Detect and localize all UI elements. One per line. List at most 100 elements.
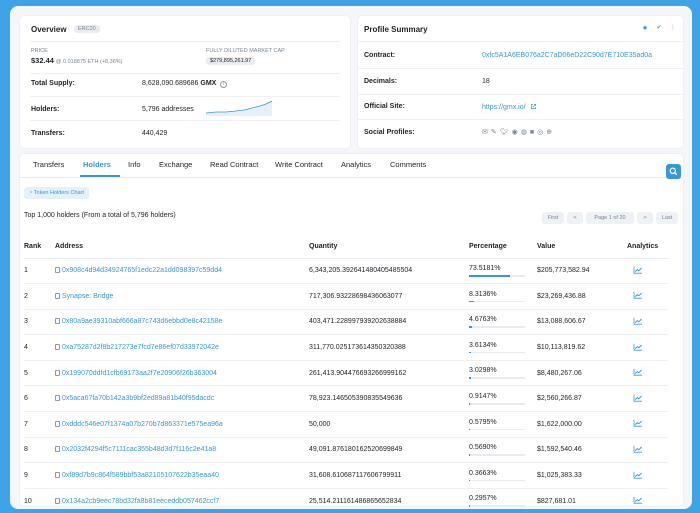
percentage-bar bbox=[469, 454, 525, 456]
tab-info[interactable]: Info bbox=[128, 160, 141, 169]
line-chart-icon[interactable] bbox=[633, 291, 643, 299]
holders-table: Rank Address Quantity Percentage Value A… bbox=[24, 236, 668, 509]
table-row: 10 0x134a2cb9eec78bd32fa8b81eeceddb057462… bbox=[24, 488, 668, 509]
column-header-rank: Rank bbox=[24, 236, 55, 259]
line-chart-icon[interactable] bbox=[633, 445, 643, 453]
holder-address-link[interactable]: 0xdddc546e07f1374a07b270b7d863371e575ea9… bbox=[62, 421, 223, 428]
pager-first-button[interactable]: First bbox=[542, 212, 564, 224]
address-cell: 0x134a2cb9eec78bd32fa8b81eeceddb057462cc… bbox=[55, 488, 309, 509]
line-chart-icon[interactable] bbox=[633, 496, 643, 504]
line-chart-icon[interactable] bbox=[633, 317, 643, 325]
holder-address-link[interactable]: 0x80a9ae39310abf666a87c743d6ebbd0e8c4215… bbox=[62, 318, 222, 325]
tab-read-contract[interactable]: Read Contract bbox=[210, 160, 258, 169]
pager-page-indicator: Page 1 of 20 bbox=[586, 212, 634, 224]
holder-address-link[interactable]: 0x199070ddfd1cfb69173aa2f7e20906f26b3630… bbox=[62, 370, 217, 377]
pager-next-button[interactable]: > bbox=[637, 212, 653, 224]
holder-address-link[interactable]: Synapse: Bridge bbox=[62, 293, 113, 300]
contract-address-link[interactable]: 0xfc5A1A6EB076a2C7aD06eD22C90d7E710E35ad… bbox=[482, 52, 652, 59]
twitter-icon[interactable]: 🐦︎ bbox=[500, 129, 512, 136]
table-row: 6 0x5aca67fa70b142a3b9bf2ed89a81b40f95dac… bbox=[24, 385, 668, 413]
more-menu-icon[interactable]: ⋮ bbox=[668, 23, 678, 33]
external-link-icon[interactable] bbox=[530, 103, 537, 110]
document-icon bbox=[55, 292, 60, 299]
value-cell: $1,622,000.00 bbox=[537, 411, 627, 438]
github-icon[interactable]: ◉ bbox=[512, 129, 521, 136]
line-chart-icon[interactable] bbox=[633, 419, 643, 427]
rank-cell: 3 bbox=[24, 309, 55, 336]
token-holders-chart-button[interactable]: ◔ Token Holders Chart bbox=[24, 187, 89, 199]
search-icon bbox=[669, 167, 678, 176]
percentage-cell: 0.5690% bbox=[469, 437, 537, 464]
holder-address-link[interactable]: 0x5aca67fa70b142a3b9bf2ed89a81b40f95dacd… bbox=[62, 395, 214, 402]
percentage-cell: 0.9147% bbox=[469, 385, 537, 413]
rank-cell: 9 bbox=[24, 462, 55, 489]
medium-icon[interactable]: ■ bbox=[530, 129, 537, 136]
quantity-cell: 261,413.904476693266999162 bbox=[309, 360, 469, 387]
table-row: 8 0x2032f4294f5c7111cac355b48d3d7f116c2e4… bbox=[24, 437, 668, 464]
supply-symbol: GMX bbox=[200, 80, 217, 87]
holder-address-link[interactable]: 0x908c4d94d34924765f1edc22a1dd098397c59d… bbox=[62, 267, 222, 274]
rank-cell: 7 bbox=[24, 411, 55, 438]
quantity-cell: 49,091.876180162520699849 bbox=[309, 437, 469, 464]
line-chart-icon[interactable] bbox=[633, 394, 643, 402]
rank-cell: 8 bbox=[24, 437, 55, 464]
line-chart-icon[interactable] bbox=[633, 368, 643, 376]
address-cell: 0xf89d7b9c864f589bbf53a82105107622b35eaa… bbox=[55, 462, 309, 489]
erc20-badge: ERC20 bbox=[74, 25, 100, 33]
address-cell: 0x80a9ae39310abf666a87c743d6ebbd0e8c4215… bbox=[55, 309, 309, 336]
official-site-link[interactable]: https://gmx.io/ bbox=[482, 104, 526, 111]
line-chart-icon[interactable] bbox=[633, 471, 643, 479]
analytics-cell bbox=[627, 360, 668, 387]
percentage-bar-fill bbox=[469, 403, 470, 405]
holder-address-link[interactable]: 0xa75287d2f8b217273e7fcd7e86ef07d3397204… bbox=[62, 344, 219, 351]
holder-address-link[interactable]: 0x2032f4294f5c7111cac355b48d3d7f116c2e41… bbox=[62, 446, 216, 453]
divider bbox=[30, 41, 340, 42]
supply-block: 8,628,090.689686 GMX i bbox=[142, 80, 228, 88]
column-header-percentage: Percentage bbox=[469, 236, 537, 259]
address-cell: 0xa75287d2f8b217273e7fcd7e86ef07d3397204… bbox=[55, 334, 309, 361]
tab-write-contract[interactable]: Write Contract bbox=[275, 160, 323, 169]
pager-prev-button[interactable]: < bbox=[567, 212, 583, 224]
address-cell: 0x5aca67fa70b142a3b9bf2ed89a81b40f95dacd… bbox=[55, 385, 309, 413]
value-cell: $10,113,819.62 bbox=[537, 334, 627, 361]
email-icon[interactable]: ✉ bbox=[482, 129, 491, 136]
telegram-icon[interactable]: ◎ bbox=[537, 129, 546, 136]
document-icon bbox=[55, 267, 60, 274]
quantity-cell: 403,471.228997939202638884 bbox=[309, 309, 469, 336]
holder-address-link[interactable]: 0xf89d7b9c864f589bbf53a82105107622b35eaa… bbox=[62, 472, 219, 479]
price-sub: @ 0.018875 ETH (+8.36%) bbox=[55, 59, 123, 65]
mcap-value: $279,895,261.97 bbox=[206, 57, 256, 65]
line-chart-icon[interactable] bbox=[633, 343, 643, 351]
value-cell: $827,681.01 bbox=[537, 488, 627, 509]
reddit-icon[interactable]: ◍ bbox=[521, 129, 530, 136]
document-icon bbox=[55, 369, 60, 376]
holder-address-link[interactable]: 0x134a2cb9eec78bd32fa8b81eeceddb057462cc… bbox=[62, 498, 219, 505]
tab-transfers[interactable]: Transfers bbox=[33, 160, 64, 169]
line-chart-icon[interactable] bbox=[633, 266, 643, 274]
checkmark-icon[interactable]: ✔ bbox=[654, 23, 664, 33]
pager-last-button[interactable]: Last bbox=[656, 212, 678, 224]
address-cell: 0x199070ddfd1cfb69173aa2f7e20906f26b3630… bbox=[55, 360, 309, 387]
holders-value: 5,796 addresses bbox=[142, 106, 194, 113]
tab-comments[interactable]: Comments bbox=[390, 160, 426, 169]
pen-icon[interactable]: ✎ bbox=[491, 129, 500, 136]
analytics-cell bbox=[627, 334, 668, 361]
tab-exchange[interactable]: Exchange bbox=[159, 160, 192, 169]
analytics-cell bbox=[627, 283, 668, 310]
percentage-value: 0.3663% bbox=[469, 469, 497, 477]
percentage-value: 8.3136% bbox=[469, 290, 497, 298]
info-icon[interactable]: i bbox=[220, 81, 228, 88]
search-button[interactable] bbox=[666, 164, 681, 179]
column-header-quantity: Quantity bbox=[309, 236, 469, 259]
quantity-cell: 25,514.211161486865652834 bbox=[309, 488, 469, 509]
globe-icon[interactable]: ⊕ bbox=[546, 129, 555, 136]
status-dot-icon: ● bbox=[642, 23, 648, 32]
tab-analytics[interactable]: Analytics bbox=[341, 160, 371, 169]
supply-value: 8,628,090.689686 bbox=[142, 80, 199, 87]
decimals-value: 18 bbox=[482, 78, 490, 85]
rank-cell: 1 bbox=[24, 258, 55, 285]
percentage-bar bbox=[469, 479, 525, 482]
percentage-cell: 3.0298% bbox=[469, 360, 537, 387]
tab-holders[interactable]: Holders bbox=[83, 160, 111, 169]
percentage-cell: 0.3663% bbox=[469, 462, 537, 489]
